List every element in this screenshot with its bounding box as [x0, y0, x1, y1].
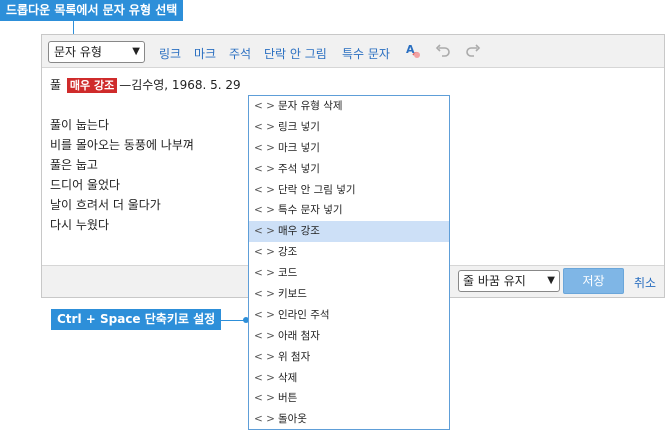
poem-line: 풀이 눕는다	[50, 118, 110, 132]
code-icon: < >	[254, 225, 275, 238]
annotation-button[interactable]: 주석	[229, 45, 251, 62]
poem-line: 날이 흐려서 더 울다가	[50, 198, 161, 212]
dropdown-item[interactable]: < > 아래 첨자	[249, 326, 449, 347]
code-icon: < >	[254, 392, 275, 405]
dropdown-item-label: 삭제	[277, 371, 298, 384]
dropdown-item[interactable]: < > 주석 넣기	[249, 159, 449, 180]
dropdown-item[interactable]: < > 위 첨자	[249, 347, 449, 368]
cancel-button[interactable]: 취소	[634, 274, 656, 291]
redo-icon[interactable]	[464, 42, 482, 60]
dropdown-item[interactable]: < > 돌아옷	[249, 409, 449, 429]
dropdown-item-label: 키보드	[277, 288, 307, 301]
dropdown-item-label: 문자 유형 삭제	[277, 100, 343, 112]
dropdown-item[interactable]: < > 코드	[249, 263, 449, 284]
poem-line: 다시 누웠다	[50, 218, 110, 232]
code-icon: < >	[254, 183, 275, 196]
byline: 풀 매우 강조 —김수영, 1968. 5. 29	[50, 75, 241, 95]
chevron-down-icon: ▼	[132, 46, 140, 57]
line-wrap-select[interactable]: 줄 바꿈 유지 ▼	[458, 270, 560, 292]
code-icon: < >	[254, 308, 275, 321]
mark-button[interactable]: 마크	[194, 45, 216, 62]
strong-emphasis-badge: 매우 강조	[66, 78, 118, 93]
code-icon: < >	[254, 288, 275, 301]
poem-line: 드디어 울었다	[50, 178, 121, 192]
callout-dropdown-hint: 드롭다운 목록에서 문자 유형 선택	[0, 0, 184, 21]
dropdown-item-label: 코드	[277, 267, 298, 280]
dropdown-item[interactable]: < > 삭제	[249, 368, 449, 389]
poem-line: 비를 몰아오는 동풍에 나부껴	[50, 138, 194, 152]
code-icon: < >	[254, 350, 275, 363]
code-icon: < >	[254, 246, 275, 259]
byline-title: 풀	[50, 78, 62, 92]
dropdown-item[interactable]: < > 마크 넣기	[249, 138, 449, 159]
editor-toolbar: 문자 유형 ▼ 링크 마크 주석 단락 안 그림 특수 문자 A	[42, 35, 664, 68]
dropdown-item-label: 강조	[277, 246, 298, 259]
poem-line: 풀은 눕고	[50, 158, 98, 172]
editor-content[interactable]: 풀 매우 강조 —김수영, 1968. 5. 29 풀이 눕는다 비를 몰아오는 …	[50, 75, 241, 235]
dropdown-item[interactable]: < > 강조	[249, 242, 449, 263]
line-wrap-select-value: 줄 바꿈 유지	[463, 274, 526, 288]
dropdown-item-label: 인라인 주석	[277, 308, 330, 321]
dropdown-item[interactable]: < > 특수 문자 넣기	[249, 200, 449, 221]
dropdown-item-label: 특수 문자 넣기	[277, 204, 343, 217]
text-type-select[interactable]: 문자 유형 ▼	[48, 41, 145, 63]
code-icon: < >	[254, 141, 275, 154]
dropdown-item-label: 아래 첨자	[277, 329, 320, 342]
special-char-button[interactable]: 특수 문자	[342, 45, 390, 62]
code-icon: < >	[254, 371, 275, 384]
dropdown-item[interactable]: < > 단락 안 그림 넣기	[249, 180, 449, 201]
dropdown-item-label: 위 첨자	[277, 350, 311, 363]
dropdown-item[interactable]: < > 버튼	[249, 388, 449, 409]
code-icon: < >	[254, 162, 275, 175]
dropdown-item-label: 링크 넣기	[277, 120, 320, 133]
dropdown-item[interactable]: < > 인라인 주석	[249, 305, 449, 326]
code-icon: < >	[254, 204, 275, 217]
callout-connector	[218, 320, 244, 321]
dropdown-item[interactable]: < > 키보드	[249, 284, 449, 305]
text-type-select-value: 문자 유형	[54, 45, 102, 59]
code-icon: < >	[254, 267, 275, 280]
code-icon: < >	[254, 413, 275, 426]
dropdown-item[interactable]: < > 문자 유형 삭제	[249, 96, 449, 117]
chevron-down-icon: ▼	[547, 275, 555, 286]
dropdown-item-label: 버튼	[277, 392, 298, 405]
spellcheck-icon[interactable]: A	[405, 42, 423, 60]
code-icon: < >	[254, 120, 275, 133]
dropdown-item-label: 단락 안 그림 넣기	[277, 183, 356, 196]
callout-shortcut-hint: Ctrl + Space 단축키로 설정	[51, 309, 222, 330]
link-button[interactable]: 링크	[159, 45, 181, 62]
code-icon: < >	[254, 100, 275, 112]
dropdown-item-label: 매우 강조	[277, 225, 320, 238]
undo-icon[interactable]	[434, 42, 452, 60]
byline-author: —김수영, 1968. 5. 29	[119, 78, 241, 92]
dropdown-item-label: 주석 넣기	[277, 162, 320, 175]
dropdown-item[interactable]: < > 매우 강조	[249, 221, 449, 243]
dropdown-item[interactable]: < > 링크 넣기	[249, 117, 449, 138]
dropdown-item-label: 돌아옷	[277, 413, 307, 426]
inline-figure-button[interactable]: 단락 안 그림	[264, 45, 327, 62]
dropdown-item-label: 마크 넣기	[277, 141, 320, 154]
text-type-dropdown[interactable]: < > 문자 유형 삭제 < > 링크 넣기 < > 마크 넣기 < > 주석 넣기 < > 단락…	[248, 95, 450, 430]
save-button[interactable]: 저장	[563, 268, 624, 294]
code-icon: < >	[254, 329, 275, 342]
